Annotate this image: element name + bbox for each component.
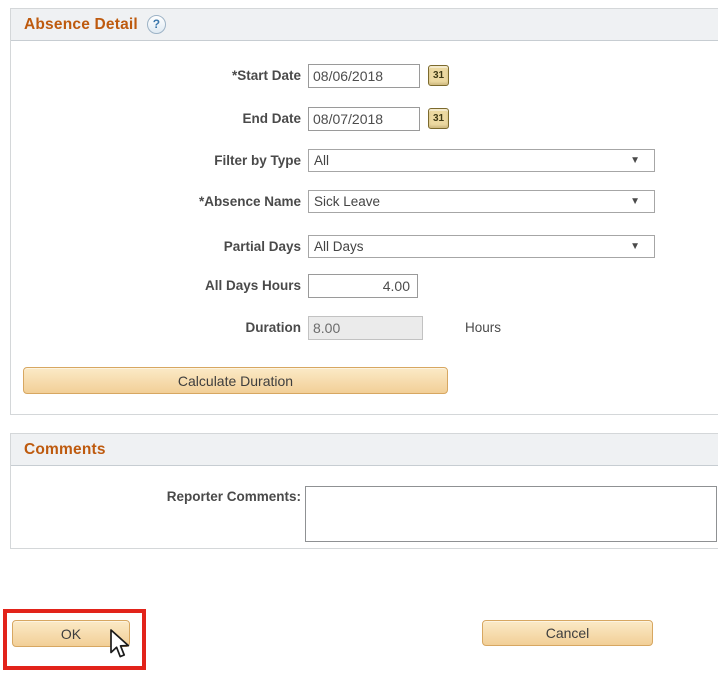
end-date-label: End Date <box>242 111 301 126</box>
reporter-comments-label: Reporter Comments: <box>166 489 301 504</box>
end-date-calendar-icon[interactable]: 31 <box>428 108 449 129</box>
reporter-comments-textarea[interactable] <box>305 486 717 542</box>
absence-detail-title: Absence Detail <box>24 15 138 33</box>
help-icon[interactable]: ? <box>146 15 166 34</box>
chevron-down-icon: ▼ <box>630 155 640 166</box>
absence-detail-header: Absence Detail ? <box>11 9 718 41</box>
partial-days-select[interactable]: All Days ▼ <box>308 235 655 258</box>
comments-title: Comments <box>24 440 106 458</box>
comments-header: Comments <box>11 434 718 466</box>
chevron-down-icon: ▼ <box>630 241 640 252</box>
absence-name-value: Sick Leave <box>314 194 381 209</box>
filter-by-type-select[interactable]: All ▼ <box>308 149 655 172</box>
partial-days-value: All Days <box>314 239 364 254</box>
comments-panel: Comments Reporter Comments: <box>10 433 718 549</box>
chevron-down-icon: ▼ <box>630 196 640 207</box>
duration-label: Duration <box>245 320 302 335</box>
absence-detail-panel: Absence Detail ? *Start Date 31 End Date… <box>10 8 718 415</box>
all-days-hours-row: All Days Hours <box>11 274 718 298</box>
filter-by-type-value: All <box>314 153 330 168</box>
duration-row: Duration Hours <box>11 316 718 340</box>
start-date-input[interactable] <box>308 64 420 88</box>
absence-name-label: *Absence Name <box>198 194 301 209</box>
filter-by-type-row: Filter by Type All ▼ <box>11 149 718 173</box>
partial-days-row: Partial Days All Days ▼ <box>11 235 718 259</box>
start-date-calendar-icon[interactable]: 31 <box>428 65 449 86</box>
cancel-button[interactable]: Cancel <box>482 620 653 646</box>
calculate-duration-button[interactable]: Calculate Duration <box>23 367 448 394</box>
end-date-row: End Date 31 <box>11 107 718 131</box>
absence-name-row: *Absence Name Sick Leave ▼ <box>11 190 718 214</box>
absence-name-select[interactable]: Sick Leave ▼ <box>308 190 655 213</box>
duration-unit-label: Hours <box>465 320 502 335</box>
filter-by-type-label: Filter by Type <box>214 153 301 168</box>
start-date-row: *Start Date 31 <box>11 64 718 88</box>
end-date-input[interactable] <box>308 107 420 131</box>
all-days-hours-input[interactable] <box>308 274 418 298</box>
ok-button[interactable]: OK <box>12 620 130 647</box>
all-days-hours-label: All Days Hours <box>204 278 301 293</box>
start-date-label: *Start Date <box>231 68 301 83</box>
duration-input <box>308 316 423 340</box>
partial-days-label: Partial Days <box>223 239 301 254</box>
